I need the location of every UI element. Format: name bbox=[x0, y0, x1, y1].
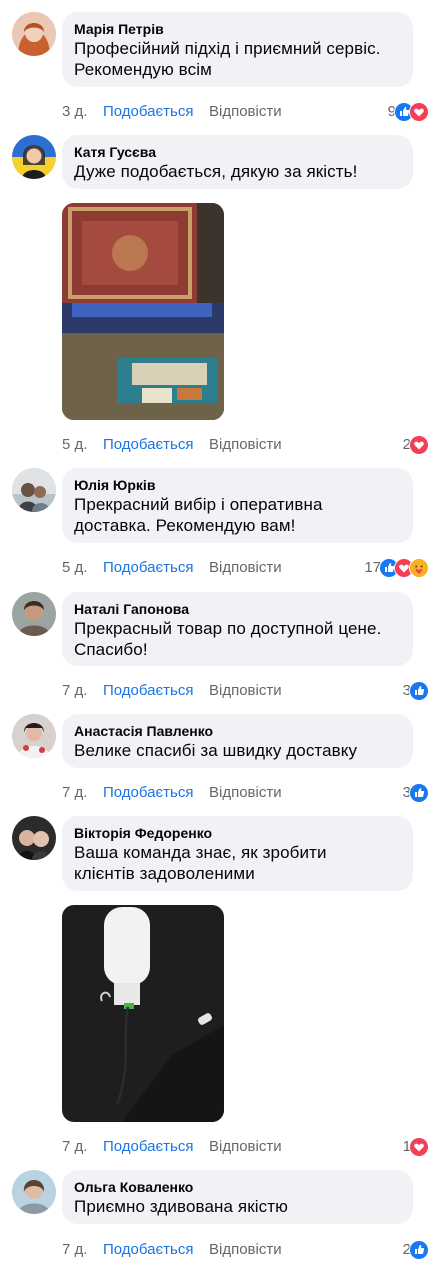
love-icon bbox=[409, 102, 429, 122]
comment-time[interactable]: 3 д. bbox=[62, 103, 87, 121]
comment-text-line: Приємно здивована якістю bbox=[74, 1197, 288, 1216]
comment-bubble: Анастасія Павленко Велике спасибі за шви… bbox=[62, 714, 413, 768]
comment-meta: 7 д. Подобається Відповісти bbox=[62, 1138, 428, 1158]
comment-meta: 7 д. Подобається Відповісти bbox=[62, 1241, 428, 1261]
like-button[interactable]: Подобається bbox=[103, 559, 193, 577]
comment-author[interactable]: Вікторія Федоренко bbox=[74, 824, 401, 842]
like-icon bbox=[409, 783, 429, 803]
avatar[interactable] bbox=[12, 714, 56, 758]
avatar[interactable] bbox=[12, 12, 56, 56]
reaction-summary[interactable]: 9 bbox=[388, 102, 429, 122]
comment-author[interactable]: Ольга Коваленко bbox=[74, 1178, 401, 1196]
comment-time[interactable]: 7 д. bbox=[62, 784, 87, 802]
comment-bubble: Юлія Юрків Прекрасний вибір і оперативна… bbox=[62, 468, 413, 543]
comment-bubble: Наталі Гапонова Прекрасный товар по дост… bbox=[62, 592, 413, 666]
comment-text-line: клієнтів задоволеними bbox=[74, 864, 255, 883]
like-icon bbox=[409, 681, 429, 701]
comment-time[interactable]: 7 д. bbox=[62, 1241, 87, 1259]
reply-button[interactable]: Відповісти bbox=[209, 559, 282, 577]
comment-bubble: Вікторія Федоренко Ваша команда знає, як… bbox=[62, 816, 413, 891]
comment-text-line: доставка. Рекомендую вам! bbox=[74, 516, 296, 535]
comment-time[interactable]: 7 д. bbox=[62, 682, 87, 700]
care-icon bbox=[409, 558, 429, 578]
avatar[interactable] bbox=[12, 1170, 56, 1214]
comment-meta: 7 д. Подобається Відповісти bbox=[62, 784, 428, 804]
comment-meta: 3 д. Подобається Відповісти bbox=[62, 103, 428, 123]
comment-text-line: Дуже подобається, дякую за якість! bbox=[74, 162, 358, 181]
comment-bubble: Марія Петрів Професійний підхід і приємн… bbox=[62, 12, 413, 87]
reply-button[interactable]: Відповісти bbox=[209, 436, 282, 454]
comment-meta: 5 д. Подобається Відповісти bbox=[62, 436, 428, 456]
like-button[interactable]: Подобається bbox=[103, 1138, 193, 1156]
reaction-summary[interactable]: 3 bbox=[403, 681, 429, 701]
comment-author[interactable]: Марія Петрів bbox=[74, 20, 401, 38]
comment-text-line: Професійний підхід і приємний сервіс. bbox=[74, 39, 381, 58]
comment-photo[interactable] bbox=[62, 203, 224, 420]
comment-author[interactable]: Юлія Юрків bbox=[74, 476, 401, 494]
like-button[interactable]: Подобається bbox=[103, 784, 193, 802]
avatar[interactable] bbox=[12, 468, 56, 512]
comment-text-line: Прекрасний вибір і оперативна bbox=[74, 495, 323, 514]
reply-button[interactable]: Відповісти bbox=[209, 784, 282, 802]
comment-meta: 7 д. Подобається Відповісти bbox=[62, 682, 428, 702]
like-button[interactable]: Подобається bbox=[103, 103, 193, 121]
reply-button[interactable]: Відповісти bbox=[209, 1138, 282, 1156]
avatar[interactable] bbox=[12, 592, 56, 636]
like-icon bbox=[409, 1240, 429, 1260]
reaction-summary[interactable]: 1 bbox=[403, 1137, 429, 1157]
comment-text-line: Ваша команда знає, як зробити bbox=[74, 843, 327, 862]
avatar[interactable] bbox=[12, 816, 56, 860]
reaction-summary[interactable]: 3 bbox=[403, 783, 429, 803]
comment-text-line: Спасибо! bbox=[74, 640, 148, 659]
love-icon bbox=[409, 435, 429, 455]
comment-bubble: Ольга Коваленко Приємно здивована якістю bbox=[62, 1170, 413, 1224]
love-icon bbox=[409, 1137, 429, 1157]
reply-button[interactable]: Відповісти bbox=[209, 1241, 282, 1259]
comment-author[interactable]: Наталі Гапонова bbox=[74, 600, 401, 618]
reaction-summary[interactable]: 2 bbox=[403, 1240, 429, 1260]
comment-author[interactable]: Катя Гусєва bbox=[74, 143, 401, 161]
comment-time[interactable]: 5 д. bbox=[62, 436, 87, 454]
comment-time[interactable]: 7 д. bbox=[62, 1138, 87, 1156]
like-button[interactable]: Подобається bbox=[103, 436, 193, 454]
reaction-summary[interactable]: 17 bbox=[364, 558, 429, 578]
comment-author[interactable]: Анастасія Павленко bbox=[74, 722, 401, 740]
comment-bubble: Катя Гусєва Дуже подобається, дякую за я… bbox=[62, 135, 413, 189]
comment-photo[interactable] bbox=[62, 905, 224, 1122]
avatar[interactable] bbox=[12, 135, 56, 179]
comment-text-line: Рекомендую всім bbox=[74, 60, 212, 79]
like-button[interactable]: Подобається bbox=[103, 682, 193, 700]
reply-button[interactable]: Відповісти bbox=[209, 682, 282, 700]
comment-text-line: Прекрасный товар по доступной цене. bbox=[74, 619, 382, 638]
reaction-summary[interactable]: 2 bbox=[403, 435, 429, 455]
like-button[interactable]: Подобається bbox=[103, 1241, 193, 1259]
comment-time[interactable]: 5 д. bbox=[62, 559, 87, 577]
reply-button[interactable]: Відповісти bbox=[209, 103, 282, 121]
comment-text-line: Велике спасибі за швидку доставку bbox=[74, 741, 358, 760]
